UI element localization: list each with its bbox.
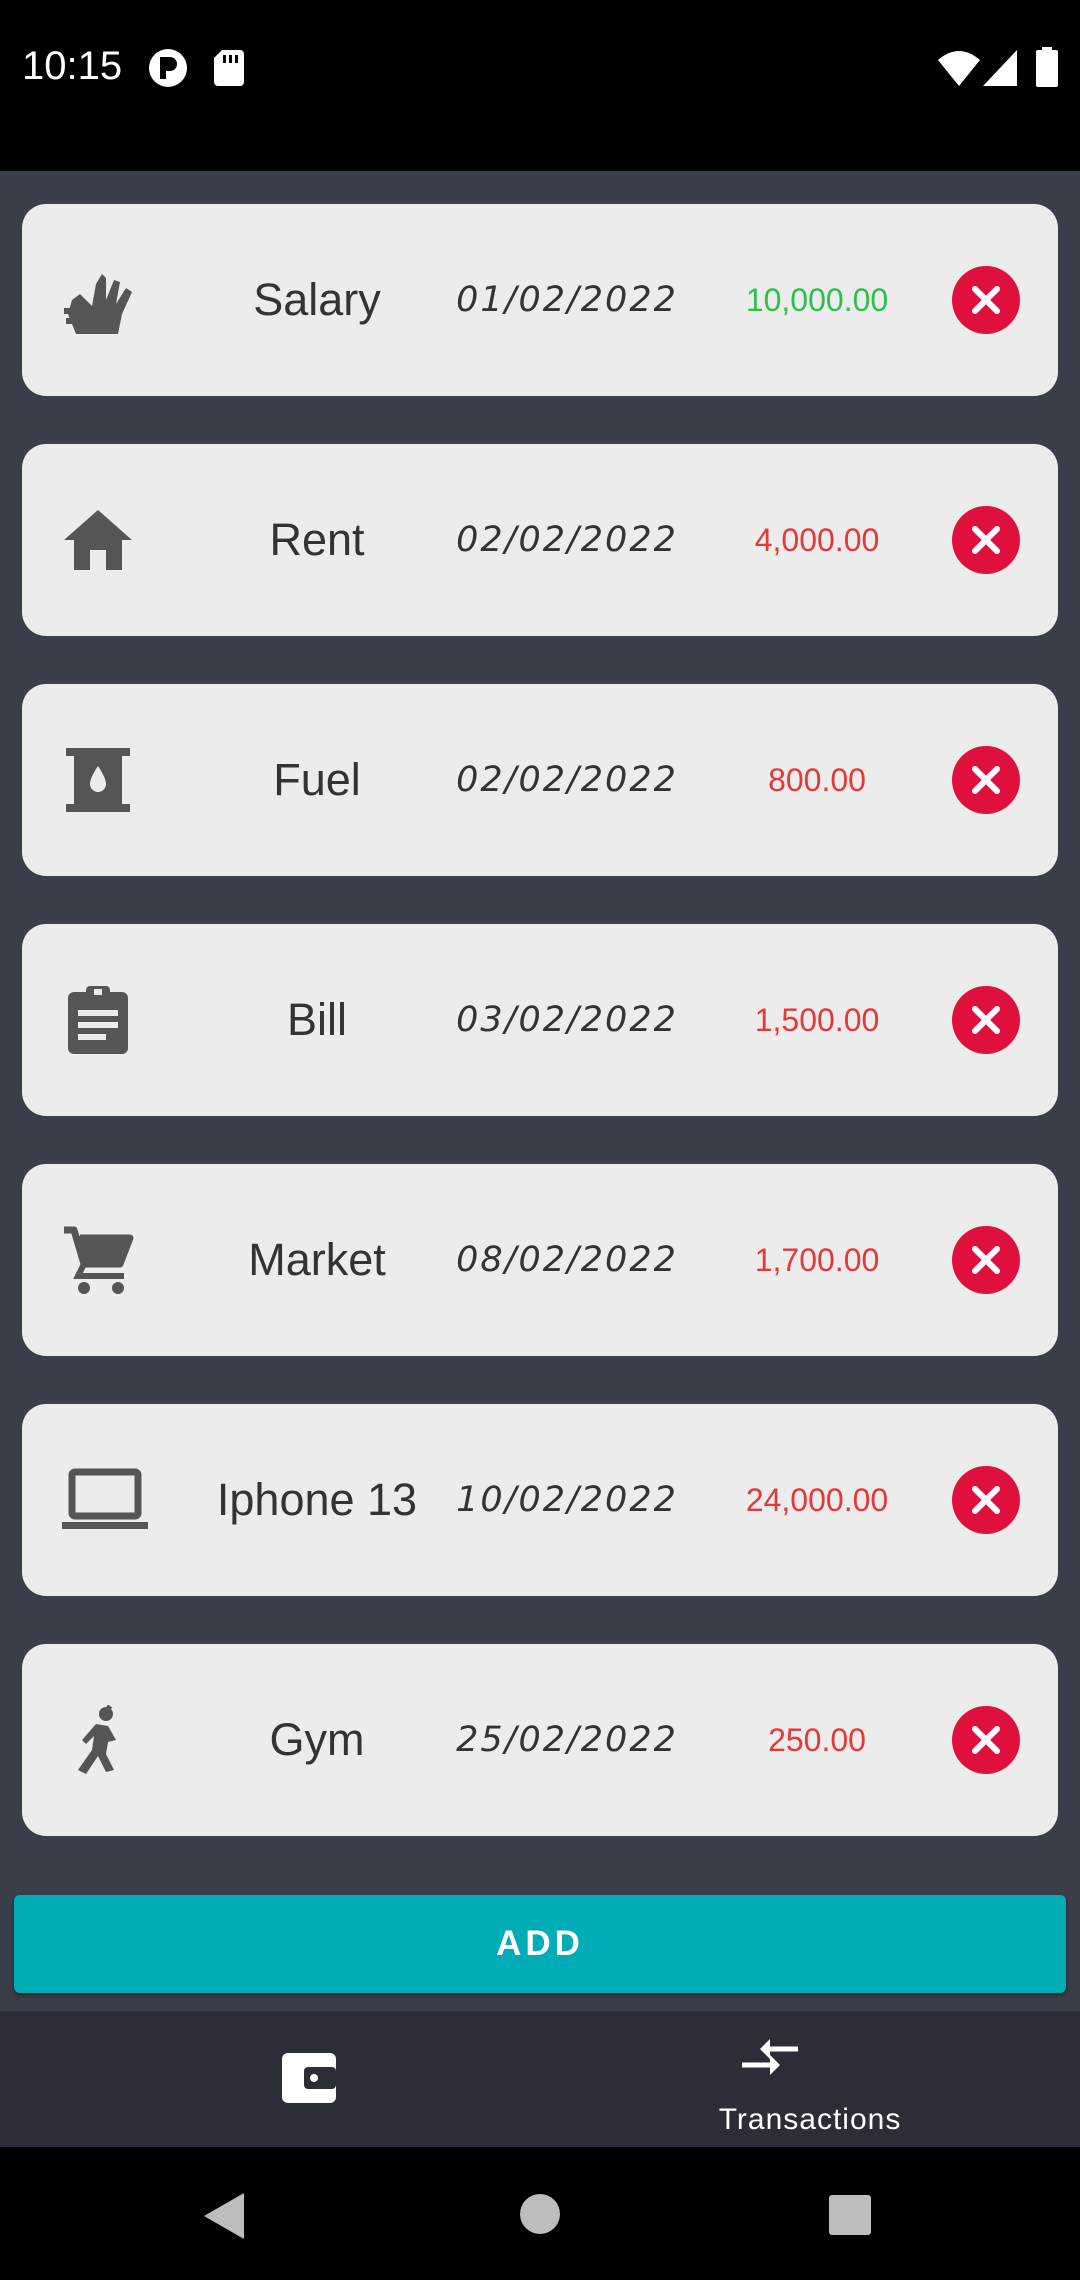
house-icon [62,504,134,576]
close-icon [972,1486,1000,1514]
status-bar: 10:15 [0,0,1080,171]
nav-item-transactions[interactable]: Transactions [540,2011,1080,2147]
bottom-navigation: Transactions [0,2011,1080,2147]
transaction-category: Rent [269,514,365,565]
transaction-card[interactable]: Rent 02/02/2022 4,000.00 [22,444,1058,636]
delete-button[interactable] [952,1706,1020,1774]
close-icon [972,766,1000,794]
transaction-category: Salary [253,274,381,325]
transaction-date: 02/02/2022 [456,760,678,800]
transaction-category: Bill [286,994,347,1045]
back-icon[interactable] [204,2193,244,2244]
app-notification-icon [148,48,188,93]
transaction-card[interactable]: Salary 01/02/2022 10,000.00 [22,204,1058,396]
recents-icon[interactable] [829,2195,871,2240]
clipboard-icon [62,984,134,1056]
delete-button[interactable] [952,986,1020,1054]
transaction-card[interactable]: Market 08/02/2022 1,700.00 [22,1164,1058,1356]
transaction-date: 10/02/2022 [456,1480,678,1520]
transaction-card[interactable]: Bill 03/02/2022 1,500.00 [22,924,1058,1116]
transaction-amount: 800.00 [768,762,866,798]
delete-button[interactable] [952,1466,1020,1534]
battery-icon [1036,47,1058,92]
transaction-date: 03/02/2022 [456,1000,678,1040]
close-icon [972,1246,1000,1274]
transaction-category: Market [248,1234,386,1285]
transaction-date: 25/02/2022 [456,1720,678,1760]
wallet-icon [282,2053,336,2108]
transaction-amount: 1,500.00 [754,1002,880,1038]
salary-hand-icon [62,264,134,336]
transaction-card[interactable]: Iphone 13 10/02/2022 24,000.00 [22,1404,1058,1596]
transaction-category: Fuel [273,754,361,805]
transaction-card[interactable]: Gym 25/02/2022 250.00 [22,1644,1058,1836]
status-time: 10:15 [22,44,123,88]
close-icon [972,526,1000,554]
nav-item-wallet[interactable] [0,2011,540,2147]
add-button[interactable]: ADD [14,1895,1066,1993]
delete-button[interactable] [952,266,1020,334]
transaction-card[interactable]: Fuel 02/02/2022 800.00 [22,684,1058,876]
transaction-date: 08/02/2022 [456,1240,678,1280]
gym-icon [62,1704,134,1776]
home-icon[interactable] [519,2193,561,2240]
system-navigation-bar [0,2147,1080,2280]
transactions-list: Salary 01/02/2022 10,000.00 Rent 02/02/2… [0,171,1080,2011]
transaction-date: 01/02/2022 [456,280,678,320]
delete-button[interactable] [952,746,1020,814]
transaction-amount: 1,700.00 [754,1242,880,1278]
transaction-amount: 10,000.00 [745,282,889,318]
transaction-amount: 24,000.00 [745,1482,889,1518]
delete-button[interactable] [952,506,1020,574]
signal-icon [983,50,1017,91]
cart-icon [62,1224,134,1296]
delete-button[interactable] [952,1226,1020,1294]
close-icon [972,1006,1000,1034]
transaction-amount: 4,000.00 [754,522,880,558]
laptop-icon [62,1464,148,1536]
transaction-date: 02/02/2022 [456,520,678,560]
sd-card-icon [214,50,244,91]
transaction-amount: 250.00 [768,1722,866,1758]
transactions-arrows-icon [742,2037,798,2082]
fuel-icon [62,744,134,816]
transaction-category: Iphone 13 [216,1474,418,1525]
close-icon [972,286,1000,314]
transaction-category: Gym [269,1714,365,1765]
nav-label-transactions: Transactions [718,2103,902,2136]
close-icon [972,1726,1000,1754]
wifi-icon [938,50,980,91]
